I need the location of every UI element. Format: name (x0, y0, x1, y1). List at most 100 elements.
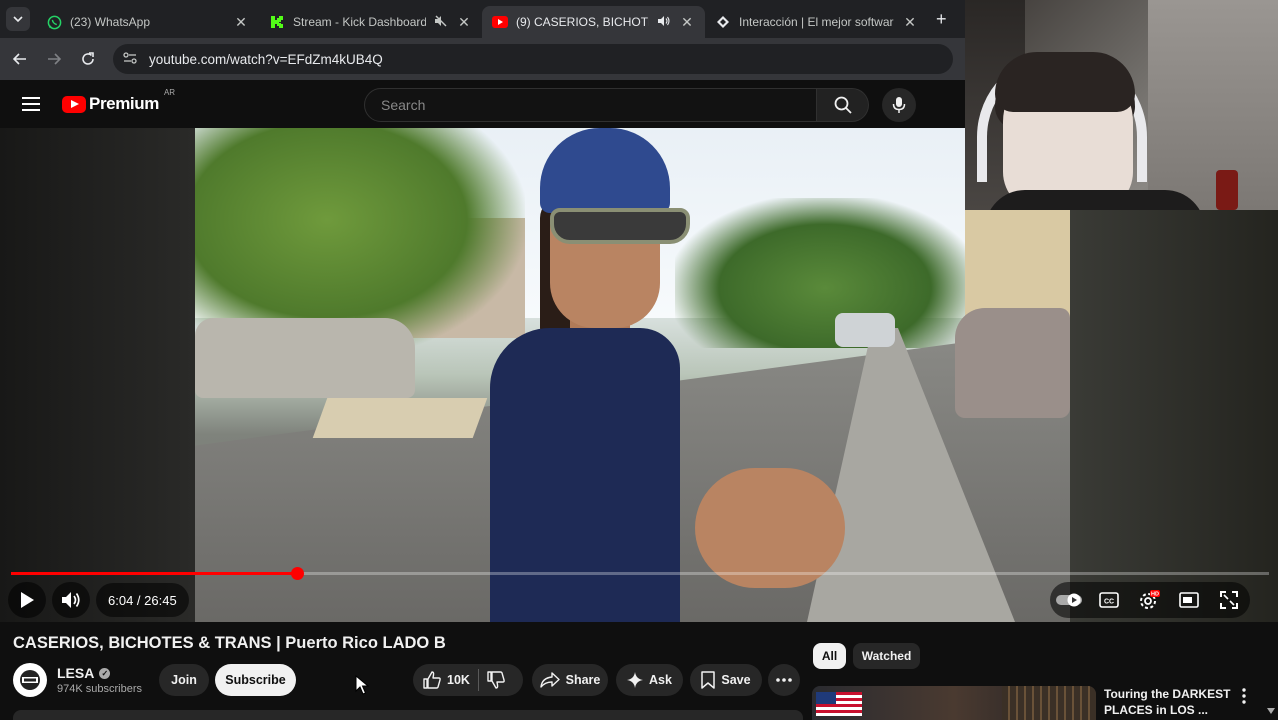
recommendation-thumbnail[interactable] (812, 686, 1096, 720)
video-person (490, 128, 690, 622)
browser-toolbar: youtube.com/watch?v=EFdZm4kUB4Q (0, 38, 965, 80)
like-button[interactable]: 10K (413, 664, 470, 696)
player-controls: 6:04 / 26:45 CC HD (0, 578, 1278, 622)
like-count: 10K (447, 673, 470, 687)
close-icon[interactable]: ✕ (902, 14, 918, 31)
more-vertical-icon (1242, 688, 1246, 704)
thumbs-up-icon (423, 671, 441, 689)
tab-title: Interacción | El mejor software (739, 15, 894, 29)
more-horizontal-icon (776, 678, 792, 682)
kick-icon (269, 14, 285, 30)
streamer-webcam (965, 0, 1278, 210)
chip-watched[interactable]: Watched (853, 643, 920, 669)
save-label: Save (721, 673, 751, 687)
reload-icon (82, 52, 94, 65)
search-button[interactable] (817, 88, 869, 122)
subscribe-label: Subscribe (225, 673, 286, 687)
chip-all[interactable]: All (813, 643, 846, 669)
muted-speaker-icon[interactable] (434, 15, 448, 30)
join-label: Join (171, 673, 197, 687)
speaker-icon[interactable] (657, 15, 671, 30)
video-title: CASERIOS, BICHOTES & TRANS | Puerto Rico… (13, 634, 446, 652)
share-icon (539, 672, 560, 688)
new-tab-button[interactable]: + (936, 9, 947, 30)
closed-captions-icon: CC (1099, 592, 1119, 608)
progress-played (11, 572, 297, 575)
like-dislike-group: 10K (413, 664, 523, 696)
tab-title: (23) WhatsApp (70, 15, 151, 29)
bookmark-icon (701, 671, 716, 689)
subtitles-button[interactable]: CC (1092, 583, 1126, 617)
settings-button[interactable]: HD (1132, 583, 1166, 617)
fullscreen-icon (1220, 591, 1238, 609)
save-button[interactable]: Save (690, 664, 762, 696)
search-input[interactable] (364, 88, 817, 122)
volume-button[interactable] (54, 583, 88, 617)
close-icon[interactable]: ✕ (679, 14, 695, 31)
logo-text: Premium (89, 94, 159, 113)
arrow-right-icon (48, 53, 61, 65)
more-actions-button[interactable] (768, 664, 800, 696)
miniplayer-button[interactable] (1172, 583, 1206, 617)
microphone-icon (892, 97, 906, 113)
menu-icon[interactable] (22, 97, 40, 111)
subscribe-button[interactable]: Subscribe (215, 664, 296, 696)
fullscreen-button[interactable] (1212, 583, 1246, 617)
address-bar[interactable]: youtube.com/watch?v=EFdZm4kUB4Q (113, 44, 953, 74)
tab-title: Stream - Kick Dashboard (293, 15, 426, 29)
recommendation-menu-button[interactable] (1236, 686, 1252, 706)
ask-button[interactable]: Ask (616, 664, 683, 696)
forward-button[interactable] (37, 42, 71, 76)
share-label: Share (565, 673, 601, 687)
subscriber-count: 974K subscribers (57, 683, 142, 695)
channel-name-text[interactable]: LESA (57, 665, 94, 681)
arrow-left-icon (13, 53, 26, 65)
youtube-play-logo-icon (62, 95, 86, 113)
video-frame[interactable] (195, 128, 1070, 622)
tab-search-button[interactable] (6, 7, 30, 31)
close-icon[interactable]: ✕ (456, 14, 472, 31)
browser-tab-strip: (23) WhatsApp ✕ Stream - Kick Dashboard … (0, 0, 965, 38)
youtube-header: Premium AR (0, 80, 965, 128)
site-info-icon[interactable] (123, 51, 137, 67)
channel-name[interactable]: LESA ✓ (57, 665, 111, 681)
dislike-button[interactable] (487, 671, 505, 689)
search-icon (834, 96, 852, 114)
autoplay-toggle-icon (1056, 593, 1082, 607)
whatsapp-icon (46, 14, 62, 30)
tab-title: (9) CASERIOS, BICHOTES & (516, 15, 649, 29)
recommendation-title[interactable]: Touring the DARKEST PLACES in LOS ... (1104, 686, 1234, 718)
ask-label: Ask (649, 673, 672, 687)
channel-avatar[interactable] (13, 663, 47, 697)
thumbs-down-icon (487, 671, 505, 689)
join-button[interactable]: Join (159, 664, 209, 696)
gear-icon: HD (1140, 590, 1160, 609)
us-flag-image (816, 692, 862, 716)
scroll-down-arrow-icon[interactable] (1266, 706, 1276, 716)
verified-check-icon: ✓ (99, 667, 111, 679)
hd-badge: HD (1151, 592, 1159, 598)
volume-icon (62, 592, 80, 608)
diamond-icon (715, 14, 731, 30)
tab-youtube-video[interactable]: (9) CASERIOS, BICHOTES & ✕ (482, 6, 705, 38)
tab-whatsapp[interactable]: (23) WhatsApp ✕ (36, 6, 259, 38)
mouse-cursor-icon (355, 675, 369, 695)
close-icon[interactable]: ✕ (233, 14, 249, 31)
description-box[interactable] (13, 710, 803, 720)
autoplay-toggle[interactable] (1052, 583, 1086, 617)
url-text: youtube.com/watch?v=EFdZm4kUB4Q (149, 51, 383, 67)
play-button[interactable] (10, 583, 44, 617)
progress-bar[interactable] (11, 567, 1269, 580)
time-display: 6:04 / 26:45 (96, 583, 189, 617)
search-bar (364, 88, 869, 122)
reload-button[interactable] (71, 42, 105, 76)
youtube-logo[interactable]: Premium AR (62, 88, 175, 114)
svg-text:CC: CC (1104, 599, 1114, 606)
share-button[interactable]: Share (532, 664, 608, 696)
tab-kick-dashboard[interactable]: Stream - Kick Dashboard ✕ (259, 6, 482, 38)
tab-interaccion[interactable]: Interacción | El mejor software ✕ (705, 6, 928, 38)
back-button[interactable] (3, 42, 37, 76)
voice-search-button[interactable] (882, 88, 916, 122)
sparkle-icon (627, 672, 644, 688)
miniplayer-icon (1179, 592, 1199, 608)
